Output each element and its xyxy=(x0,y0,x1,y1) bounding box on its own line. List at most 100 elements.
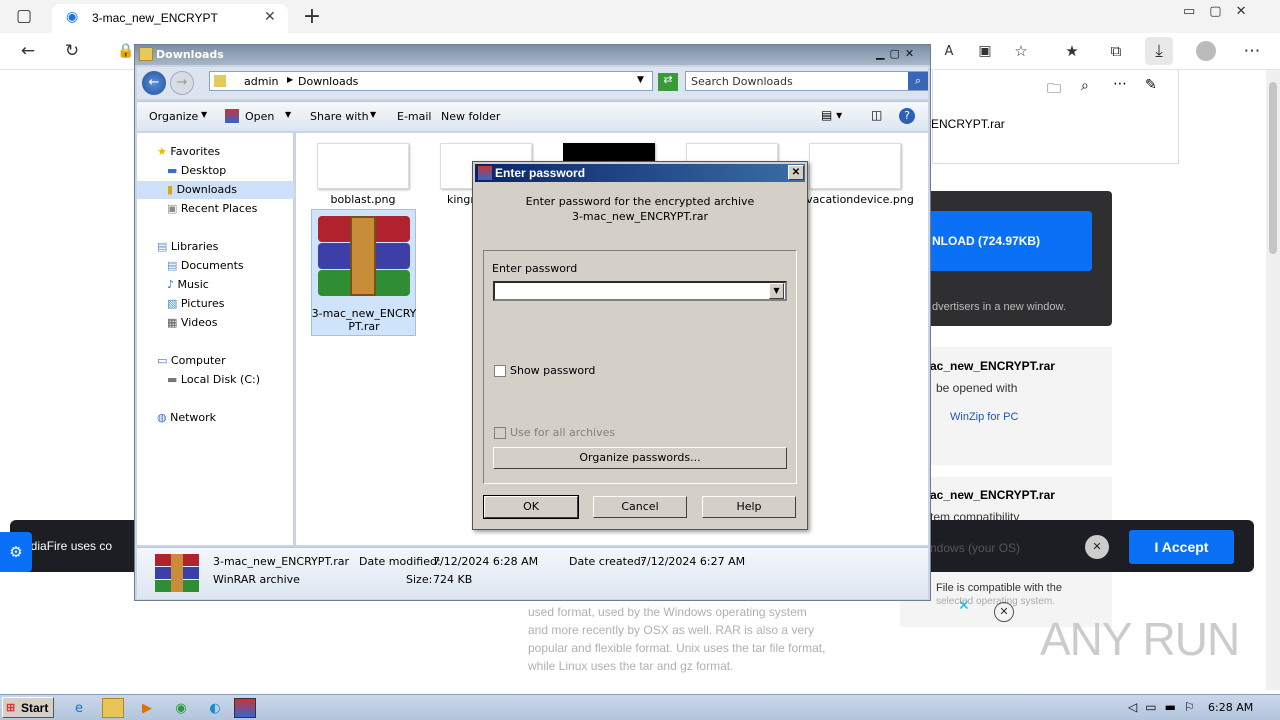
breadcrumb-downloads[interactable]: Downloads xyxy=(298,75,358,88)
file-title: ac_new_ENCRYPT.rar xyxy=(930,359,1055,373)
documents-icon: ▤ xyxy=(167,259,178,272)
search-box[interactable]: Search Downloads ⌕ xyxy=(685,71,928,91)
nav-pictures[interactable]: ▧ Pictures xyxy=(167,297,224,310)
email-button[interactable]: E-mail xyxy=(397,110,432,123)
settings-gear-icon[interactable]: ⚙ xyxy=(0,532,32,572)
ad-info-icon[interactable]: ✕ xyxy=(958,598,970,614)
open-menu[interactable]: Open xyxy=(245,110,274,123)
close-banner-icon[interactable]: ✕ xyxy=(1085,535,1109,559)
explorer-window-controls[interactable]: ▁▢✕ xyxy=(876,47,926,62)
explorer-taskbar-icon[interactable] xyxy=(102,698,124,718)
scrollbar-thumb[interactable] xyxy=(1269,82,1277,254)
nav-desktop[interactable]: ▬ Desktop xyxy=(167,164,226,177)
back-icon[interactable]: ← xyxy=(14,37,42,65)
page-scrollbar[interactable] xyxy=(1266,70,1280,690)
downloads-more-icon[interactable]: ⋯ xyxy=(1113,76,1127,92)
share-with-menu[interactable]: Share with xyxy=(310,110,369,123)
refresh-folder-icon[interactable]: ⇄ xyxy=(658,73,678,91)
system-tray-icons[interactable]: ◁▭▬⚐ xyxy=(1128,700,1203,714)
read-aloud-icon[interactable]: A xyxy=(935,37,963,65)
nav-local-disk[interactable]: ▬ Local Disk (C:) xyxy=(167,373,260,386)
file-name-vacationdevice[interactable]: vacationdevice.png xyxy=(800,193,920,206)
dialog-message-line1: Enter password for the encrypted archive xyxy=(525,195,755,208)
winzip-link[interactable]: WinZip for PC xyxy=(950,411,1018,423)
collections-icon[interactable]: ⧉ xyxy=(1102,37,1130,65)
nav-documents[interactable]: ▤ Documents xyxy=(167,259,244,272)
download-item-name[interactable]: ENCRYPT.rar xyxy=(931,117,1005,131)
search-input[interactable]: Search Downloads xyxy=(691,75,793,88)
taskbar: ⊞ Start e ▶ ◉ ◐ ◁▭▬⚐ 6:28 AM xyxy=(0,694,1280,720)
nav-videos[interactable]: ▦ Videos xyxy=(167,316,217,329)
password-label: Enter password xyxy=(492,262,578,275)
nav-downloads[interactable]: ▮ Downloads xyxy=(167,183,237,196)
libraries-node[interactable]: ▤ Libraries xyxy=(157,240,218,253)
show-password-checkbox[interactable] xyxy=(494,365,506,377)
media-player-icon[interactable]: ▶ xyxy=(136,698,158,718)
winrar-archive-icon xyxy=(318,216,410,296)
favorites-node[interactable]: ★ Favorites xyxy=(157,145,220,158)
chrome-icon[interactable]: ◉ xyxy=(170,698,192,718)
reader-icon[interactable]: ▣ xyxy=(971,37,999,65)
file-thumbnail-vacationdevice[interactable] xyxy=(809,143,901,189)
nav-music[interactable]: ♪ Music xyxy=(167,278,209,291)
password-input[interactable]: ▼ xyxy=(493,281,787,301)
selected-rar-file[interactable]: 3-mac_new_ENCRY PT.rar xyxy=(311,209,416,336)
opened-with-text: be opened with xyxy=(936,381,1018,395)
cancel-button[interactable]: Cancel xyxy=(593,496,687,518)
explorer-titlebar[interactable]: Downloads ▁▢✕ xyxy=(135,45,930,65)
new-folder-button[interactable]: New folder xyxy=(441,110,500,123)
profile-avatar[interactable] xyxy=(1196,41,1216,61)
preview-pane-icon[interactable]: ◫ xyxy=(871,108,882,122)
use-all-archives-label: Use for all archives xyxy=(510,426,616,439)
favorite-add-icon[interactable]: ☆ xyxy=(1007,37,1035,65)
file-name-boblast[interactable]: boblast.png xyxy=(308,193,418,206)
downloads-icon[interactable]: ⤓ xyxy=(1145,37,1173,65)
new-tab-button[interactable]: + xyxy=(298,2,326,30)
favorites-icon[interactable]: ★ xyxy=(1058,37,1086,65)
search-downloads-icon[interactable]: ⌕ xyxy=(1081,78,1089,94)
address-dropdown-icon[interactable]: ▼ xyxy=(637,75,644,85)
search-icon[interactable]: ⌕ xyxy=(908,72,928,90)
disk-icon: ▬ xyxy=(167,373,178,386)
close-tab-icon[interactable]: ✕ xyxy=(264,9,276,25)
address-bar[interactable]: admin ▶ Downloads ▼ xyxy=(209,71,653,91)
music-icon: ♪ xyxy=(167,278,175,291)
refresh-icon[interactable]: ↻ xyxy=(58,37,86,65)
back-arrow-icon[interactable]: ← xyxy=(142,71,166,95)
breadcrumb-admin[interactable]: admin xyxy=(244,75,278,88)
download-button[interactable]: NLOAD (724.97KB) xyxy=(914,211,1092,271)
organize-passwords-button[interactable]: Organize passwords... xyxy=(493,447,787,469)
dialog-close-icon[interactable]: ✕ xyxy=(788,165,804,180)
tab-actions-icon[interactable]: ▢ xyxy=(10,2,38,30)
ok-button[interactable]: OK xyxy=(483,495,579,519)
forward-arrow-icon[interactable]: → xyxy=(170,71,194,95)
computer-node[interactable]: ▭ Computer xyxy=(157,354,226,367)
show-password-label[interactable]: Show password xyxy=(510,364,595,377)
open-folder-icon[interactable]: 🗀 xyxy=(1047,78,1061,102)
window-controls[interactable]: ▭▢✕ xyxy=(1183,4,1260,19)
accept-button[interactable]: I Accept xyxy=(1129,530,1234,564)
password-dropdown-icon[interactable]: ▼ xyxy=(769,283,784,299)
winrar-taskbar-icon[interactable] xyxy=(234,698,256,718)
compat-os-text: ndows (your OS) xyxy=(930,541,1021,555)
winrar-title-icon xyxy=(478,166,492,180)
dialog-titlebar[interactable]: Enter password ✕ xyxy=(475,164,805,182)
use-all-archives-checkbox[interactable] xyxy=(494,427,506,439)
view-options-icon[interactable]: ▤ ▾ xyxy=(821,108,842,122)
browser-tab[interactable]: ◉ 3-mac_new_ENCRYPT ✕ xyxy=(52,4,288,33)
help-button[interactable]: Help xyxy=(702,496,796,518)
organize-menu[interactable]: Organize xyxy=(149,110,198,123)
more-icon[interactable]: ⋯ xyxy=(1238,37,1266,65)
file-thumbnail-boblast[interactable] xyxy=(317,143,409,189)
start-button[interactable]: ⊞ Start xyxy=(2,697,54,718)
ad-close-icon[interactable]: ✕ xyxy=(994,602,1014,622)
edge-icon[interactable]: ◐ xyxy=(204,698,226,718)
ie-icon[interactable]: e xyxy=(68,698,90,718)
dialog-archive-name: 3-mac_new_ENCRYPT.rar xyxy=(571,210,709,223)
network-node[interactable]: ◍ Network xyxy=(157,411,216,424)
desktop-icon: ▬ xyxy=(167,164,178,177)
nav-recent[interactable]: ▣ Recent Places xyxy=(167,202,257,215)
pin-icon[interactable]: ✎ xyxy=(1145,77,1157,93)
help-icon[interactable]: ? xyxy=(899,108,915,124)
explorer-address-row: ← → admin ▶ Downloads ▼ ⇄ Search Downloa… xyxy=(137,67,928,99)
